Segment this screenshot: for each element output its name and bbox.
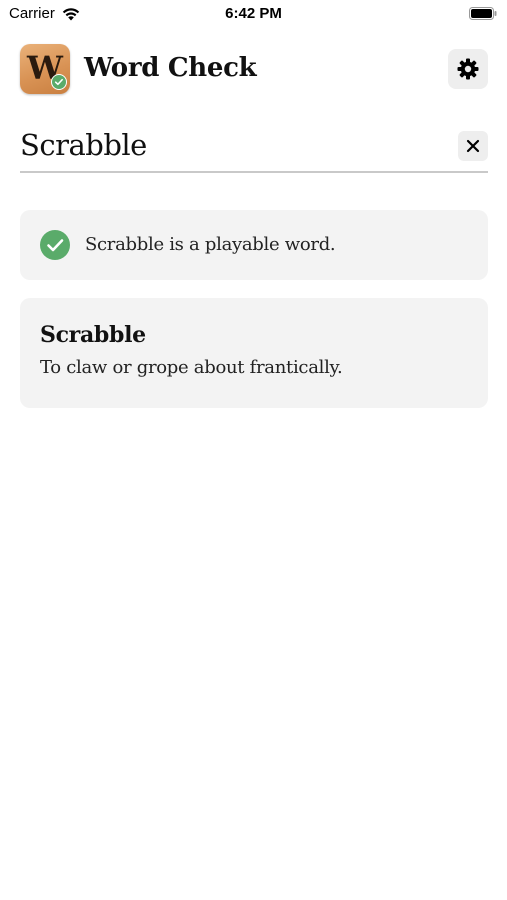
close-icon [466,139,480,153]
clear-search-button[interactable] [458,131,488,161]
search-row [20,123,488,173]
definition-word: Scrabble [40,322,146,348]
definition-card: Scrabble To claw or grope about frantica… [20,298,488,408]
app-title: Word Check [84,53,257,83]
clock: 6:42 PM [225,5,282,22]
result-card: Scrabble is a playable word. [20,210,488,280]
battery-icon [469,7,497,20]
search-input[interactable] [20,123,440,167]
status-bar: Carrier 6:42 PM [0,0,507,28]
settings-button[interactable] [448,49,488,89]
definition-text: To claw or grope about frantically. [40,357,343,378]
app-icon: W [20,44,70,94]
result-message: Scrabble is a playable word. [85,234,336,255]
gear-icon [457,58,479,80]
check-badge-icon [51,74,67,90]
check-circle-icon [40,230,70,260]
